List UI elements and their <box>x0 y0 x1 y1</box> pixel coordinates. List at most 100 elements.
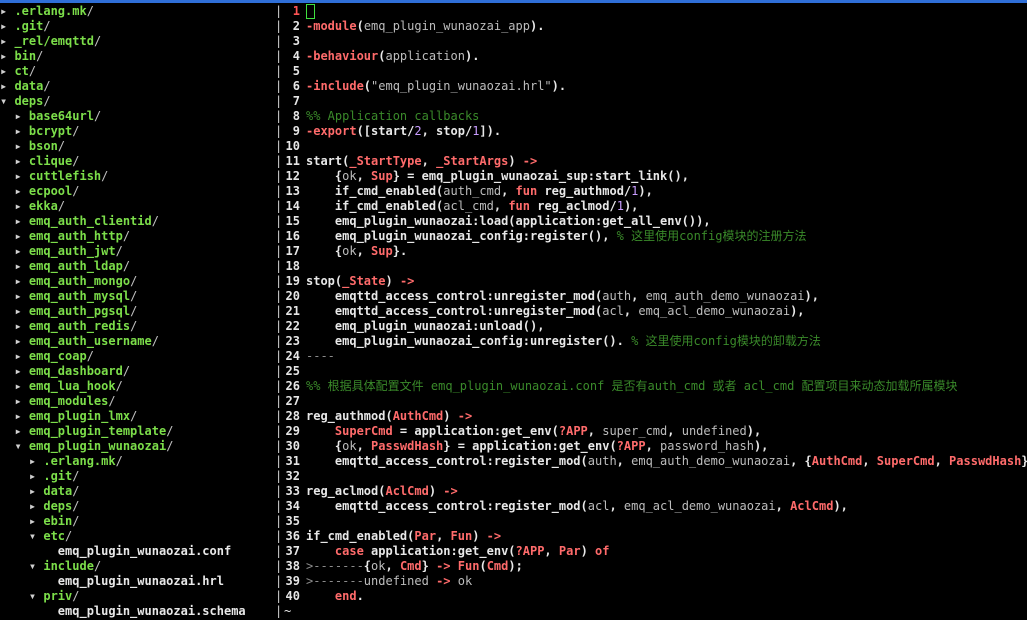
tree-item[interactable]: ▸ emq_plugin_template/ <box>0 424 275 439</box>
tree-item[interactable]: ▸ emq_auth_http/ <box>0 229 275 244</box>
triangle-right-icon[interactable]: ▸ <box>14 124 28 138</box>
tree-item[interactable]: emq_plugin_wunaozai.conf <box>0 544 275 559</box>
code-line[interactable]: 24 ---- <box>284 349 1027 364</box>
code-line[interactable]: 35 <box>284 514 1027 529</box>
code-line[interactable]: 1 <box>284 4 1027 19</box>
tree-item[interactable]: ▸ .git/ <box>0 19 275 34</box>
tree-item[interactable]: ▸ emq_auth_clientid/ <box>0 214 275 229</box>
code-line[interactable]: 13 if_cmd_enabled(auth_cmd, fun reg_auth… <box>284 184 1027 199</box>
triangle-right-icon[interactable]: ▸ <box>29 484 43 498</box>
tree-item[interactable]: ▸ data/ <box>0 79 275 94</box>
code-line[interactable]: 34 emqttd_access_control:register_mod(ac… <box>284 499 1027 514</box>
code-line[interactable]: 16 emq_plugin_wunaozai_config:register()… <box>284 229 1027 244</box>
code-line[interactable]: 10 <box>284 139 1027 154</box>
code-line[interactable]: 8 %% Application callbacks <box>284 109 1027 124</box>
code-line[interactable]: 12 {ok, Sup} = emq_plugin_wunaozai_sup:s… <box>284 169 1027 184</box>
triangle-down-icon[interactable]: ▾ <box>14 439 28 453</box>
tree-item[interactable]: ▸ emq_plugin_lmx/ <box>0 409 275 424</box>
code-line[interactable]: 32 <box>284 469 1027 484</box>
tree-item[interactable]: ▸ emq_lua_hook/ <box>0 379 275 394</box>
triangle-right-icon[interactable]: ▸ <box>14 379 28 393</box>
tree-item[interactable]: ▸ emq_modules/ <box>0 394 275 409</box>
triangle-right-icon[interactable]: ▸ <box>14 154 28 168</box>
triangle-right-icon[interactable]: ▸ <box>14 349 28 363</box>
tree-item[interactable]: ▾ priv/ <box>0 589 275 604</box>
tree-item[interactable]: ▸ emq_auth_mysql/ <box>0 289 275 304</box>
code-line[interactable]: 36 if_cmd_enabled(Par, Fun) -> <box>284 529 1027 544</box>
tree-item[interactable]: ▸ emq_auth_ldap/ <box>0 259 275 274</box>
triangle-right-icon[interactable]: ▸ <box>0 34 14 48</box>
triangle-right-icon[interactable]: ▸ <box>14 229 28 243</box>
code-line[interactable]: 23 emq_plugin_wunaozai_config:unregister… <box>284 334 1027 349</box>
tree-item[interactable]: ▸ clique/ <box>0 154 275 169</box>
triangle-right-icon[interactable]: ▸ <box>14 319 28 333</box>
split-separator[interactable]: | | | | | | | | | | | | | | | | | | | | | | | | | | | | | | | | | | | | | | | |… <box>275 4 283 620</box>
code-line[interactable]: 29 SuperCmd = application:get_env(?APP, … <box>284 424 1027 439</box>
triangle-right-icon[interactable]: ▸ <box>29 454 43 468</box>
tree-item[interactable]: ▸ base64url/ <box>0 109 275 124</box>
triangle-right-icon[interactable]: ▸ <box>14 289 28 303</box>
code-line[interactable]: 3 <box>284 34 1027 49</box>
tree-item[interactable]: ▸ ekka/ <box>0 199 275 214</box>
triangle-right-icon[interactable]: ▸ <box>14 199 28 213</box>
code-line[interactable]: 31 emqttd_access_control:register_mod(au… <box>284 454 1027 469</box>
triangle-down-icon[interactable]: ▾ <box>0 94 14 108</box>
tree-item[interactable]: ▸ ecpool/ <box>0 184 275 199</box>
tree-item[interactable]: ▸ emq_coap/ <box>0 349 275 364</box>
triangle-right-icon[interactable]: ▸ <box>14 109 28 123</box>
tree-item[interactable]: ▸ .erlang.mk/ <box>0 4 275 19</box>
triangle-right-icon[interactable]: ▸ <box>14 259 28 273</box>
code-line[interactable]: 26 %% 根据具体配置文件 emq_plugin_wunaozai.conf 是… <box>284 379 1027 394</box>
code-line[interactable]: 38 >-------{ok, Cmd} -> Fun(Cmd); <box>284 559 1027 574</box>
triangle-down-icon[interactable]: ▾ <box>29 589 43 603</box>
triangle-right-icon[interactable]: ▸ <box>0 4 14 18</box>
triangle-right-icon[interactable]: ▸ <box>0 19 14 33</box>
tree-item[interactable]: ▸ bin/ <box>0 49 275 64</box>
triangle-down-icon[interactable]: ▾ <box>29 529 43 543</box>
code-line[interactable]: 6 -include("emq_plugin_wunaozai.hrl"). <box>284 79 1027 94</box>
code-line[interactable]: 15 emq_plugin_wunaozai:load(application:… <box>284 214 1027 229</box>
tree-item[interactable]: ▸ ebin/ <box>0 514 275 529</box>
triangle-right-icon[interactable]: ▸ <box>14 334 28 348</box>
triangle-right-icon[interactable]: ▸ <box>0 79 14 93</box>
tree-item[interactable]: ▸ emq_auth_redis/ <box>0 319 275 334</box>
code-line[interactable]: 20 emqttd_access_control:unregister_mod(… <box>284 289 1027 304</box>
code-line[interactable]: 39 >-------undefined -> ok <box>284 574 1027 589</box>
code-line[interactable]: 40 end. <box>284 589 1027 604</box>
tree-item[interactable]: emq_plugin_wunaozai.schema <box>0 604 275 619</box>
tree-item[interactable]: ▸ bcrypt/ <box>0 124 275 139</box>
tree-item[interactable]: ▸ cuttlefish/ <box>0 169 275 184</box>
code-line[interactable]: 5 <box>284 64 1027 79</box>
code-line[interactable]: 9 -export([start/2, stop/1]). <box>284 124 1027 139</box>
tree-item[interactable]: ▸ bson/ <box>0 139 275 154</box>
code-line[interactable]: 21 emqttd_access_control:unregister_mod(… <box>284 304 1027 319</box>
tree-item[interactable]: ▾ emq_plugin_wunaozai/ <box>0 439 275 454</box>
triangle-right-icon[interactable]: ▸ <box>14 364 28 378</box>
code-line[interactable]: 17 {ok, Sup}. <box>284 244 1027 259</box>
triangle-right-icon[interactable]: ▸ <box>29 499 43 513</box>
triangle-right-icon[interactable]: ▸ <box>14 409 28 423</box>
code-line[interactable]: 19 stop(_State) -> <box>284 274 1027 289</box>
tree-item[interactable]: ▸ data/ <box>0 484 275 499</box>
tree-item[interactable]: ▸ emq_auth_pgsql/ <box>0 304 275 319</box>
tree-item[interactable]: ▸ .erlang.mk/ <box>0 454 275 469</box>
tree-item[interactable]: ▾ deps/ <box>0 94 275 109</box>
triangle-right-icon[interactable]: ▸ <box>29 469 43 483</box>
code-editor[interactable]: 1 2 -module(emq_plugin_wunaozai_app). 3 4 -be… <box>284 4 1027 620</box>
code-line[interactable]: 30 {ok, PasswdHash} = application:get_en… <box>284 439 1027 454</box>
triangle-right-icon[interactable]: ▸ <box>14 184 28 198</box>
code-line[interactable]: 22 emq_plugin_wunaozai:unload(), <box>284 319 1027 334</box>
triangle-right-icon[interactable]: ▸ <box>0 64 14 78</box>
triangle-right-icon[interactable]: ▸ <box>0 49 14 63</box>
tree-item[interactable]: ▾ etc/ <box>0 529 275 544</box>
code-line[interactable]: 27 <box>284 394 1027 409</box>
file-tree-panel[interactable]: ▸ .erlang.mk/▸ .git/▸ _rel/emqttd/▸ bin/… <box>0 4 275 620</box>
triangle-right-icon[interactable]: ▸ <box>29 514 43 528</box>
triangle-right-icon[interactable]: ▸ <box>14 424 28 438</box>
tree-item[interactable]: ▸ ct/ <box>0 64 275 79</box>
triangle-right-icon[interactable]: ▸ <box>14 244 28 258</box>
code-line[interactable]: 7 <box>284 94 1027 109</box>
tree-item[interactable]: ▸ emq_auth_jwt/ <box>0 244 275 259</box>
tree-item[interactable]: ▸ _rel/emqttd/ <box>0 34 275 49</box>
code-line[interactable]: 11 start(_StartType, _StartArgs) -> <box>284 154 1027 169</box>
